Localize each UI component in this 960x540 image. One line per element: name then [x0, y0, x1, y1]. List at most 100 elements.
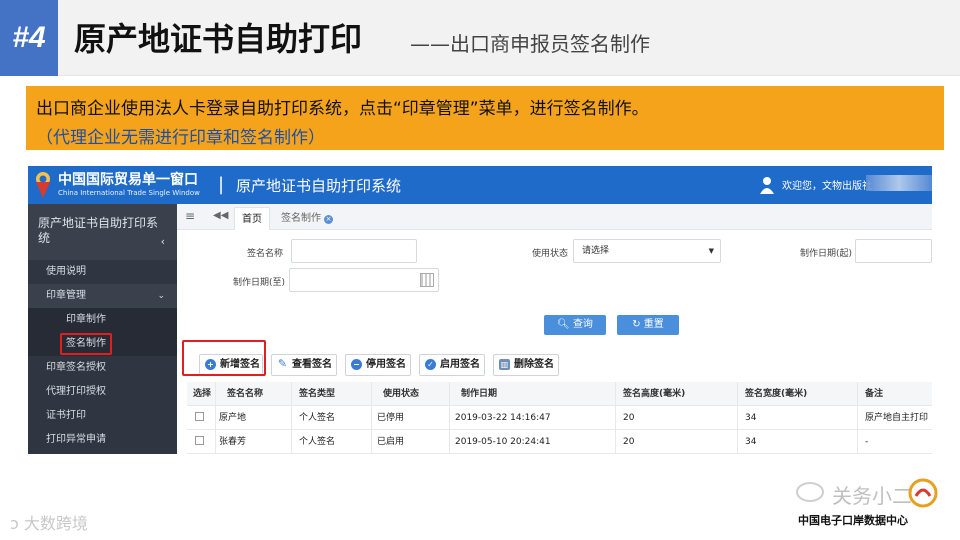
- sign-name-label: 签名名称: [247, 249, 284, 259]
- date-from-label: 制作日期(起): [800, 249, 853, 259]
- column-header: 签名宽度(毫米): [745, 389, 808, 399]
- cell-remark: -: [865, 437, 869, 447]
- sidebar-item-agent-print-auth[interactable]: 代理打印授权: [28, 380, 177, 404]
- column-divider: [737, 382, 738, 454]
- column-divider: [291, 382, 292, 454]
- tab-home[interactable]: 首页: [234, 207, 270, 230]
- chevron-down-icon: ⌄: [157, 291, 165, 301]
- column-header: 使用状态: [383, 389, 420, 399]
- date-to-input[interactable]: [289, 268, 439, 292]
- slide-title: 原产地证书自助打印: [74, 20, 363, 58]
- refresh-icon: ↻: [632, 319, 641, 330]
- column-divider: [371, 382, 372, 454]
- disable-sign-label: 停用签名: [366, 359, 406, 370]
- status-select[interactable]: 请选择 ▼: [573, 239, 721, 263]
- table-row[interactable]: 原产地 个人签名 已停用 2019-03-22 14:16:47 20 34 原…: [187, 406, 932, 430]
- reset-button[interactable]: ↻ 重置: [617, 315, 679, 335]
- close-icon[interactable]: ×: [324, 215, 333, 224]
- slide-header: #4 原产地证书自助打印 ——出口商申报员签名制作: [0, 0, 960, 76]
- instruction-note: （代理企业无需进行印章和签名制作）: [36, 128, 325, 148]
- cell-date: 2019-05-10 20:24:41: [455, 437, 551, 447]
- calendar-icon[interactable]: [420, 273, 434, 287]
- sidebar-item-label: 代理打印授权: [46, 386, 106, 397]
- sidebar-item-label: 使用说明: [46, 266, 86, 277]
- cell-height: 20: [623, 437, 635, 447]
- watermark-right: 关务小二 中国电子口岸数据中心: [796, 478, 946, 534]
- menu-icon[interactable]: ≡: [185, 209, 195, 223]
- sidebar-title: 原产地证书自助打印系统: [38, 216, 159, 245]
- weibo-icon: ↄ: [10, 514, 19, 533]
- column-divider: [615, 382, 616, 454]
- brand[interactable]: 中国国际贸易单一窗口 China International Trade Sin…: [58, 169, 200, 197]
- trash-icon: ▥: [499, 359, 510, 370]
- sidebar-header[interactable]: 原产地证书自助打印系统 ‹: [28, 204, 177, 260]
- cell-sign-type: 个人签名: [299, 437, 336, 447]
- column-divider: [449, 382, 450, 454]
- sign-name-input[interactable]: [291, 239, 417, 263]
- user-icon[interactable]: [760, 176, 774, 194]
- cell-status: 已停用: [377, 413, 405, 423]
- brand-name-en: China International Trade Single Window: [58, 189, 200, 197]
- disable-sign-button[interactable]: − 停用签名: [345, 354, 411, 376]
- check-circle-icon: ✓: [425, 359, 436, 370]
- rewind-icon[interactable]: ◀◀: [213, 210, 228, 221]
- cell-status: 已启用: [377, 437, 405, 447]
- cell-height: 20: [623, 413, 635, 423]
- sidebar-item-label: 印章管理: [46, 290, 86, 301]
- tab-label: 签名制作: [281, 213, 321, 224]
- dropdown-arrow-icon: ▼: [708, 247, 714, 255]
- pencil-icon: ✎: [277, 357, 288, 370]
- wechat-icon: [796, 482, 824, 502]
- enable-sign-button[interactable]: ✓ 启用签名: [419, 354, 485, 376]
- column-divider: [857, 382, 858, 454]
- system-name: 原产地证书自助打印系统: [236, 177, 402, 195]
- app-topbar: 中国国际贸易单一窗口 China International Trade Sin…: [28, 166, 932, 204]
- delete-sign-label: 删除签名: [514, 359, 554, 370]
- sidebar-item-seal-sign-auth[interactable]: 印章签名授权: [28, 356, 177, 380]
- delete-sign-button[interactable]: ▥ 删除签名: [493, 354, 559, 376]
- column-header: 签名类型: [299, 389, 336, 399]
- app-window: 中国国际贸易单一窗口 China International Trade Sin…: [28, 166, 932, 454]
- single-window-logo-icon: [36, 172, 50, 198]
- date-to-label: 制作日期(至): [233, 278, 286, 288]
- row-checkbox[interactable]: [195, 412, 204, 421]
- sidebar-item-print-exception[interactable]: 打印异常申请: [28, 428, 177, 452]
- minus-circle-icon: −: [351, 359, 362, 370]
- sidebar-item-label: 印章制作: [66, 314, 106, 325]
- table-row[interactable]: 张春芳 个人签名 已启用 2019-05-10 20:24:41 20 34 -: [187, 430, 932, 454]
- brand-name-cn: 中国国际贸易单一窗口: [58, 172, 198, 188]
- row-checkbox[interactable]: [195, 436, 204, 445]
- cell-sign-name: 张春芳: [219, 437, 247, 447]
- query-button[interactable]: 🔍︎ 查询: [544, 315, 606, 335]
- sidebar-item-cert-print[interactable]: 证书打印: [28, 404, 177, 428]
- sidebar-item-label: 印章签名授权: [46, 362, 106, 373]
- view-sign-button[interactable]: ✎ 查看签名: [271, 354, 337, 376]
- column-header: 备注: [865, 389, 884, 399]
- cell-width: 34: [745, 437, 757, 447]
- sidebar-item-label: 打印异常申请: [46, 434, 106, 445]
- title-separator: |: [218, 174, 225, 195]
- enable-sign-label: 启用签名: [440, 359, 480, 370]
- chevron-left-icon[interactable]: ‹: [161, 234, 165, 249]
- instruction-text: 出口商企业使用法人卡登录自助打印系统，点击“印章管理”菜单，进行签名制作。: [36, 99, 649, 119]
- watermark-left-text: 大数跨境: [23, 514, 88, 533]
- eport-emblem-icon: [908, 478, 938, 508]
- instruction-box: 出口商企业使用法人卡登录自助打印系统，点击“印章管理”菜单，进行签名制作。 （代…: [26, 86, 944, 150]
- sidebar-item-usage[interactable]: 使用说明: [28, 260, 177, 284]
- cell-width: 34: [745, 413, 757, 423]
- query-label: 查询: [572, 319, 593, 330]
- watermark-right-sub: 中国电子口岸数据中心: [798, 514, 908, 527]
- sidebar-item-sign-make[interactable]: 签名制作: [28, 332, 177, 356]
- date-from-input[interactable]: [855, 239, 932, 263]
- cell-remark: 原产地自主打印: [865, 413, 929, 423]
- tab-sign-make[interactable]: 签名制作 ×: [274, 207, 340, 230]
- column-header: 选择: [193, 389, 212, 399]
- slide-subtitle: ——出口商申报员签名制作: [410, 32, 650, 56]
- cell-sign-name: 原产地: [219, 413, 247, 423]
- sidebar-item-seal-management[interactable]: 印章管理 ⌄: [28, 284, 177, 308]
- column-divider: [215, 382, 216, 454]
- main-content: ≡ ◀◀ 首页 签名制作 × 签名名称 使用状态 请选择 ▼ 制作日期(起) 制作…: [177, 204, 932, 454]
- status-label: 使用状态: [532, 249, 569, 259]
- watermark-right-name: 关务小二: [832, 484, 912, 508]
- sidebar-item-seal-make[interactable]: 印章制作: [28, 308, 177, 332]
